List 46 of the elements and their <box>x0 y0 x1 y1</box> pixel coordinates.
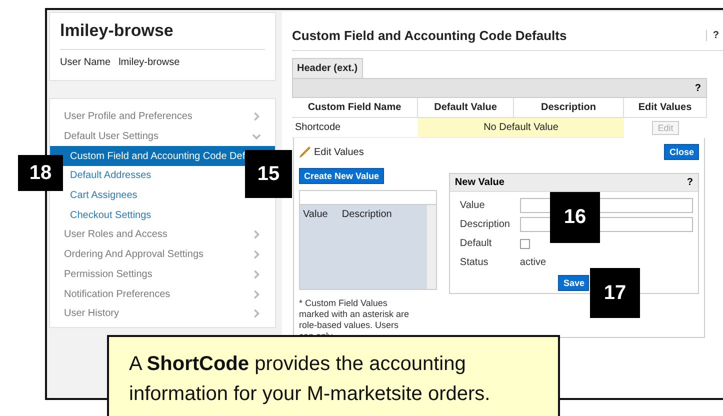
tab[interactable]: Header (ext.) <box>292 58 363 78</box>
user-title: lmiley-browse <box>60 21 265 50</box>
field-label: Default <box>460 238 493 249</box>
sidebar-item[interactable]: Notification Preferences <box>50 284 275 304</box>
page-title: Custom Field and Accounting Code Defaults <box>292 28 567 43</box>
sidebar-item[interactable]: Permission Settings <box>50 264 275 284</box>
field-label: Value <box>460 200 486 211</box>
user-name: lmiley-browse <box>118 57 180 68</box>
help-link[interactable]: ? <box>694 82 701 94</box>
step-number-tooltip: 16 <box>550 192 600 243</box>
info-tooltip: A ShortCode provides the accounting information for your M-marketsite orders. <box>107 335 560 416</box>
step-number-tooltip: 15 <box>245 150 292 198</box>
sidebar-item[interactable]: User History <box>50 304 275 324</box>
field-label: Status <box>460 257 490 268</box>
chevron-right-icon <box>252 250 261 260</box>
table-cell: No Default Value <box>418 118 624 138</box>
chevron-right-icon <box>252 112 261 122</box>
column-header: Edit Values <box>624 98 707 118</box>
sidebar-item[interactable]: User Roles and Access <box>50 225 275 245</box>
chevron-right-icon <box>252 230 261 240</box>
sidebar-item[interactable]: Ordering And Approval Settings <box>50 244 275 264</box>
checkbox[interactable] <box>520 238 530 248</box>
status-value: active <box>520 257 548 268</box>
form-title: New Value <box>454 177 504 188</box>
scrollbar[interactable] <box>426 205 436 289</box>
chevron-right-icon <box>252 309 261 318</box>
user-name-label: User Name <box>60 57 111 68</box>
panel-title: Edit Values <box>314 146 364 158</box>
pencil-icon <box>299 146 311 158</box>
sidebar-item[interactable]: Default User Settings <box>50 126 275 146</box>
column-header: Custom Field Name <box>292 98 418 118</box>
help-link[interactable]: ? <box>686 177 693 188</box>
help-link[interactable]: ? <box>706 30 719 41</box>
sidebar-item[interactable]: Checkout Settings <box>50 205 275 226</box>
step-number-tooltip: 18 <box>18 155 63 191</box>
step-number-tooltip: 17 <box>590 268 640 318</box>
chevron-down-icon <box>252 132 261 142</box>
save-button[interactable]: Save <box>558 275 590 291</box>
list-column-header: Description <box>342 209 392 222</box>
sidebar-item[interactable]: User Profile and Preferences <box>50 107 275 127</box>
chevron-right-icon <box>252 270 261 279</box>
create-new-value-button[interactable]: Create New Value <box>299 168 384 184</box>
list-column-header: Value <box>303 209 328 222</box>
close-button[interactable]: Close <box>664 144 699 160</box>
chevron-right-icon <box>252 290 261 299</box>
field-label: Description <box>460 219 511 230</box>
